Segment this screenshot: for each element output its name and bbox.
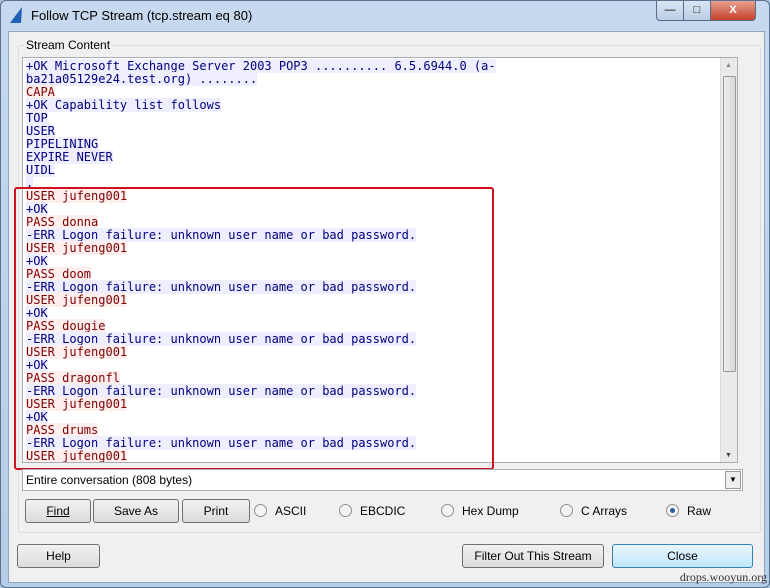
stream-line: +OK Capability list follows <box>26 98 496 112</box>
scrollbar-thumb[interactable] <box>723 76 736 372</box>
radio-raw[interactable]: Raw <box>666 504 711 518</box>
radio-ascii[interactable]: ASCII <box>254 504 306 518</box>
save-as-button[interactable]: Save As <box>93 499 179 523</box>
radio-circle-icon[interactable] <box>666 504 679 517</box>
server-text: ba21a05129e24.test.org) ........ <box>26 72 258 86</box>
radio-ebcdic[interactable]: EBCDIC <box>339 504 405 518</box>
radio-label: C Arrays <box>581 504 628 518</box>
scroll-up-icon[interactable]: ▲ <box>725 62 732 69</box>
server-text: TOP <box>26 111 48 125</box>
stream-line: ba21a05129e24.test.org) ........ <box>26 72 496 86</box>
stream-line: UIDL <box>26 163 496 177</box>
close-window-button[interactable]: X <box>710 1 756 21</box>
radio-circle-icon[interactable] <box>560 504 573 517</box>
highlight-box <box>14 187 494 470</box>
radio-circle-icon[interactable] <box>254 504 267 517</box>
find-button[interactable]: Find <box>25 499 91 523</box>
close-button[interactable]: Close <box>612 544 753 568</box>
window-title: Follow TCP Stream (tcp.stream eq 80) <box>31 8 253 23</box>
print-button[interactable]: Print <box>182 499 250 523</box>
server-text: USER <box>26 124 55 138</box>
server-text: EXPIRE NEVER <box>26 150 113 164</box>
radio-c-arrays[interactable]: C Arrays <box>560 504 627 518</box>
wireshark-fin-icon <box>10 7 22 23</box>
maximize-button[interactable]: □ <box>683 1 711 21</box>
conversation-select-value: Entire conversation (808 bytes) <box>26 473 193 487</box>
watermark: drops.wooyun.org <box>679 570 767 584</box>
help-button[interactable]: Help <box>17 544 100 568</box>
stream-line: EXPIRE NEVER <box>26 150 496 164</box>
radio-label: EBCDIC <box>360 504 406 518</box>
server-text: UIDL <box>26 163 55 177</box>
stream-line: TOP <box>26 111 496 125</box>
radio-hex-dump[interactable]: Hex Dump <box>441 504 519 518</box>
minimize-button[interactable]: — <box>656 1 684 21</box>
conversation-select[interactable]: Entire conversation (808 bytes) ▼ <box>22 469 743 491</box>
follow-tcp-stream-window: Follow TCP Stream (tcp.stream eq 80) — □… <box>0 0 770 588</box>
server-text: +OK Capability list follows <box>26 98 222 112</box>
chevron-down-icon[interactable]: ▼ <box>725 471 741 489</box>
radio-label: Hex Dump <box>462 504 519 518</box>
server-text: PIPELINING <box>26 137 99 151</box>
filter-out-stream-button[interactable]: Filter Out This Stream <box>462 544 604 568</box>
server-text: +OK Microsoft Exchange Server 2003 POP3 … <box>26 59 496 73</box>
stream-content-label: Stream Content <box>24 38 113 52</box>
client-text: CAPA <box>26 85 55 99</box>
radio-label: Raw <box>687 504 712 518</box>
scroll-down-icon[interactable]: ▼ <box>725 452 732 459</box>
radio-label: ASCII <box>275 504 307 518</box>
dialog-client: Stream Content +OK Microsoft Exchange Se… <box>8 31 765 583</box>
vertical-scrollbar[interactable]: ▲ ▼ <box>720 58 737 462</box>
find-label: Find <box>46 504 70 518</box>
radio-circle-icon[interactable] <box>339 504 352 517</box>
radio-circle-icon[interactable] <box>441 504 454 517</box>
